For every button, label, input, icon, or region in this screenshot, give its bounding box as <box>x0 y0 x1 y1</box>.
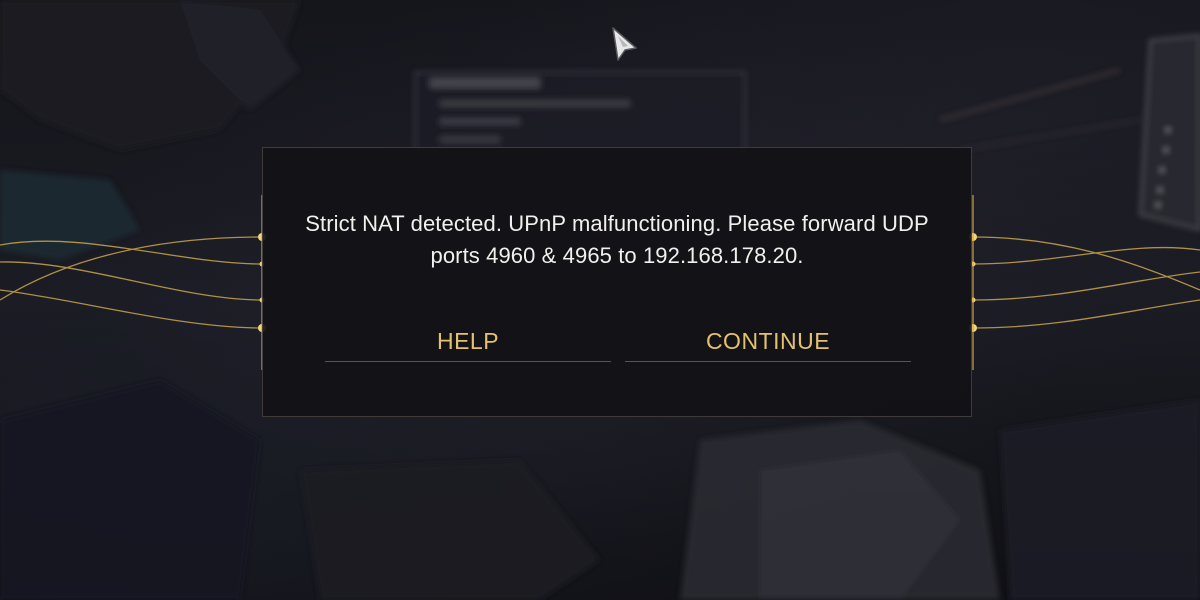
game-scene: Strict NAT detected. UPnP malfunctioning… <box>0 0 1200 600</box>
dialog-message: Strict NAT detected. UPnP malfunctioning… <box>305 211 929 268</box>
nat-warning-dialog: Strict NAT detected. UPnP malfunctioning… <box>262 147 972 417</box>
continue-button[interactable]: CONTINUE <box>625 322 911 362</box>
help-button[interactable]: HELP <box>325 322 611 362</box>
pointer-cursor-icon <box>612 27 637 61</box>
